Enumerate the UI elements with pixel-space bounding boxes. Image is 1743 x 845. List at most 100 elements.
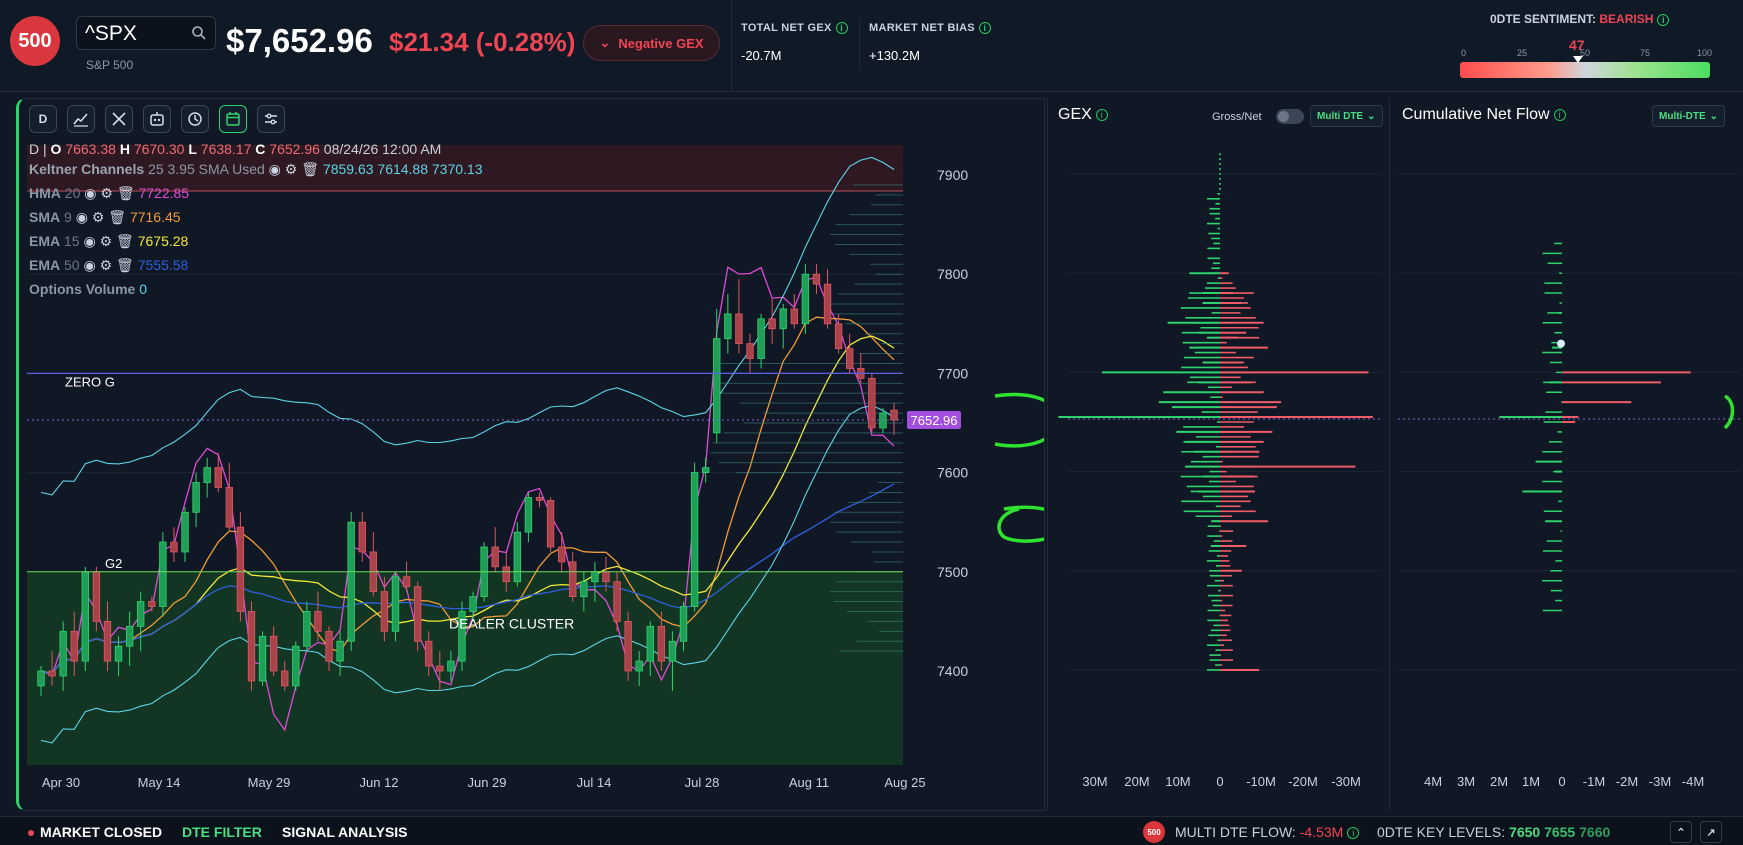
divider — [731, 0, 732, 92]
signal-analysis-button[interactable]: SIGNAL ANALYSIS — [282, 824, 408, 840]
candle-body — [790, 308, 798, 325]
eye-icon[interactable]: ◉ — [84, 185, 96, 201]
trash-icon[interactable]: 🗑 — [301, 161, 319, 177]
open-value: 7663.38 — [65, 141, 116, 157]
candle-body — [469, 596, 477, 612]
candle-body — [646, 625, 654, 662]
x-tick-label: May 14 — [138, 775, 181, 790]
eye-icon[interactable]: ◉ — [76, 209, 88, 225]
gex-bar-chart[interactable]: 30M 20M 10M 0 -10M -20M -30M — [1048, 98, 1388, 811]
symbol-search-input[interactable]: ^SPX — [76, 16, 216, 50]
x-tick-label: -1M — [1583, 774, 1605, 789]
chevron-down-icon: ⌄ — [599, 35, 611, 50]
candle-body — [391, 576, 400, 632]
total-net-gex-label: TOTAL NET GEX i — [741, 22, 848, 35]
keltner-legend[interactable]: Keltner Channels 25 3.95 SMA Used ◉ ⚙ 🗑 … — [29, 159, 483, 179]
gear-icon[interactable]: ⚙ — [100, 233, 113, 249]
trash-icon[interactable]: 🗑 — [116, 233, 134, 249]
x-tick-label: Aug 25 — [884, 775, 925, 790]
market-status: MARKET CLOSED — [28, 824, 162, 840]
dealer-cluster-zone — [27, 571, 903, 765]
y-tick-label: 7700 — [937, 365, 968, 381]
candle-body — [336, 640, 344, 662]
negative-gex-button[interactable]: ⌄ Negative GEX — [583, 25, 720, 61]
candle-body — [546, 499, 555, 548]
trash-icon[interactable]: 🗑 — [117, 185, 135, 201]
x-tick-label: Jun 12 — [359, 775, 398, 790]
x-tick-label: Jul 28 — [685, 775, 720, 790]
key-level: 7650 — [1509, 824, 1541, 840]
candle-body — [779, 308, 787, 330]
candle-body — [159, 541, 167, 607]
candle-body — [269, 635, 278, 672]
candle-body — [103, 621, 112, 662]
candle-body — [292, 645, 300, 687]
candle-body — [757, 318, 765, 359]
candle-body — [690, 472, 699, 607]
gear-icon[interactable]: ⚙ — [285, 161, 298, 177]
gear-icon[interactable]: ⚙ — [100, 257, 113, 273]
x-tick-label: 0 — [1216, 774, 1223, 789]
low-value: 7638.17 — [200, 141, 252, 157]
chevron-up-icon[interactable]: ⌃ — [1670, 821, 1692, 843]
candle-body — [181, 511, 189, 553]
x-tick-label: 10M — [1165, 774, 1190, 789]
candle-body — [347, 521, 355, 642]
gear-icon[interactable]: ⚙ — [100, 185, 113, 201]
search-icon[interactable] — [191, 25, 207, 41]
multi-dte-flow-value: -4.53M — [1299, 824, 1344, 840]
candle-body — [214, 467, 222, 488]
dte-filter-button[interactable]: DTE FILTER — [182, 824, 262, 840]
eye-icon[interactable]: ◉ — [269, 161, 281, 177]
status-bar: MARKET CLOSED DTE FILTER SIGNAL ANALYSIS… — [0, 816, 1743, 845]
negative-gex-label: Negative GEX — [618, 35, 704, 51]
divider — [859, 18, 860, 70]
eye-icon[interactable]: ◉ — [83, 257, 95, 273]
symbol-name: S&P 500 — [86, 58, 134, 72]
x-tick-label: -20M — [1288, 774, 1318, 789]
low-label: L — [188, 141, 197, 157]
y-tick-label: 7600 — [937, 465, 968, 481]
external-link-icon[interactable]: ↗ — [1700, 821, 1722, 843]
candle-body — [59, 630, 67, 677]
sentiment-value: BEARISH — [1599, 12, 1654, 26]
candle-body — [303, 611, 311, 647]
candle-body — [591, 571, 599, 583]
gauge-tick: 100 — [1697, 48, 1713, 58]
ema50-legend[interactable]: EMA 50 ◉ ⚙ 🗑 7555.58 — [29, 255, 483, 275]
x-tick-label: 3M — [1457, 774, 1475, 789]
hma-legend[interactable]: HMA 20 ◉ ⚙ 🗑 7722.85 — [29, 183, 483, 203]
flow-bar-chart[interactable]: 4M 3M 2M 1M 0 -1M -2M -3M -4M — [1390, 98, 1743, 811]
info-icon[interactable]: i — [835, 22, 848, 35]
candle-body — [679, 606, 688, 642]
price-chart-panel[interactable]: D ZERO G G2 DEALER CLUSTER 7652.96 7900 7800… — [16, 98, 1045, 811]
last-price: $7,652.96 — [226, 22, 373, 59]
info-icon[interactable]: i — [1657, 13, 1670, 26]
ema15-legend[interactable]: EMA 15 ◉ ⚙ 🗑 7675.28 — [29, 231, 483, 251]
options-volume-legend[interactable]: Options Volume 0 — [29, 279, 483, 299]
eye-icon[interactable]: ◉ — [83, 233, 95, 249]
x-tick-label: 4M — [1424, 774, 1442, 789]
candle-body — [846, 348, 854, 369]
candle-body — [148, 601, 156, 607]
candle-body — [823, 283, 832, 325]
gear-icon[interactable]: ⚙ — [92, 209, 105, 225]
sentiment-gauge — [1460, 62, 1710, 78]
candle-body — [868, 377, 876, 429]
info-icon[interactable]: i — [1347, 827, 1360, 840]
candle-body — [834, 323, 843, 350]
trash-icon[interactable]: 🗑 — [116, 257, 134, 273]
x-tick-label: Jun 29 — [467, 775, 506, 790]
candle-body — [170, 541, 178, 553]
candle-body — [701, 467, 710, 474]
candle-body — [137, 601, 145, 627]
sma-legend[interactable]: SMA 9 ◉ ⚙ 🗑 7716.45 — [29, 207, 483, 227]
key-level: 7655 — [1544, 824, 1576, 840]
trash-icon[interactable]: 🗑 — [108, 209, 126, 225]
info-icon[interactable]: i — [978, 22, 991, 35]
candle-body — [768, 318, 776, 330]
candle-body — [613, 581, 621, 622]
candle-body — [624, 621, 632, 672]
candle-body — [247, 611, 256, 682]
key-level: 7660 — [1579, 824, 1611, 840]
